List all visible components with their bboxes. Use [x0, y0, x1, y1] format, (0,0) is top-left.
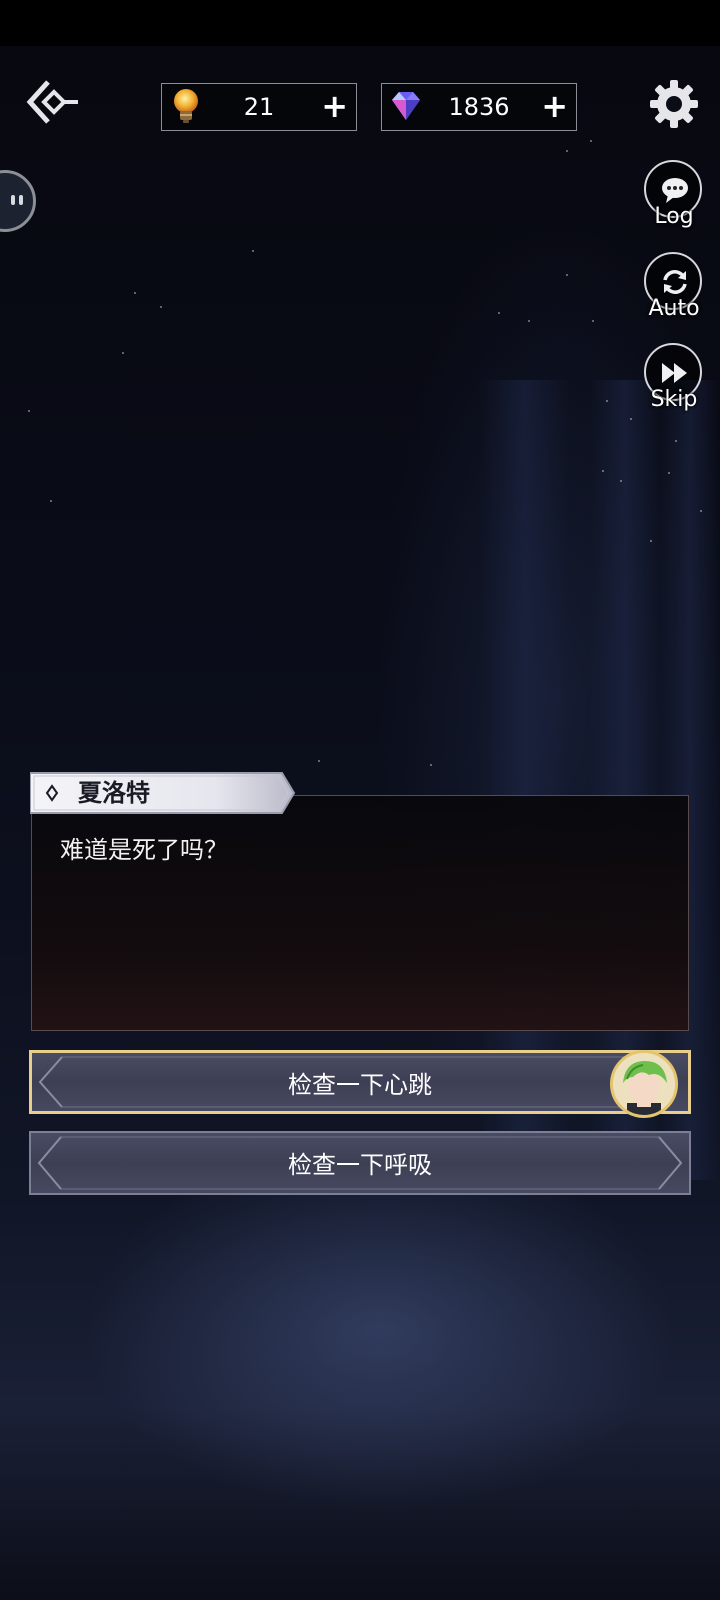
star [650, 540, 652, 542]
chat-bubble-icon [662, 178, 688, 203]
star [122, 352, 124, 354]
star [675, 440, 677, 442]
speaker-name-tag: 夏洛特 [30, 771, 296, 815]
auto-button[interactable]: Auto [644, 252, 704, 332]
add-gems-button[interactable]: + [541, 84, 568, 128]
companion-face-icon [11, 195, 23, 205]
gem-count: 1836 [448, 93, 510, 121]
speaker-name: 夏洛特 [78, 779, 150, 807]
log-label: Log [654, 204, 694, 229]
choice-check-heartbeat[interactable]: 检查一下心跳 [29, 1050, 691, 1114]
star [602, 470, 604, 472]
star [630, 418, 632, 420]
status-bar [0, 0, 720, 46]
add-bulbs-button[interactable]: + [321, 84, 348, 128]
gear-icon [650, 80, 698, 128]
star [28, 410, 30, 412]
star [592, 320, 594, 322]
dialogue-text: 难道是死了吗？ [60, 836, 228, 864]
lightbulb-icon [174, 89, 198, 123]
star [590, 140, 592, 142]
settings-button[interactable] [648, 78, 700, 130]
star [252, 250, 254, 252]
game-screen: 21 + 1836 + Log Auto Skip 难道是死了吗？ 夏洛特 检查… [0, 0, 720, 1600]
star [160, 306, 162, 308]
fast-forward-icon [662, 363, 687, 383]
choice-label: 检查一下心跳 [288, 1071, 432, 1099]
star [606, 400, 608, 402]
back-button[interactable] [24, 76, 84, 128]
star [318, 760, 320, 762]
companion-avatar[interactable] [0, 170, 36, 232]
skip-label: Skip [650, 387, 698, 412]
choice-label: 检查一下呼吸 [288, 1151, 432, 1179]
log-button[interactable]: Log [644, 160, 704, 240]
auto-cycle-icon [663, 270, 687, 294]
star [430, 764, 432, 766]
bulb-currency: 21 + [161, 83, 357, 131]
auto-label: Auto [648, 296, 700, 321]
gem-currency: 1836 + [381, 83, 577, 131]
star [700, 510, 702, 512]
star [498, 312, 500, 314]
star [566, 274, 568, 276]
star [528, 320, 530, 322]
star [620, 480, 622, 482]
star [668, 472, 670, 474]
dialogue-box[interactable]: 难道是死了吗？ [31, 795, 689, 1031]
star [566, 150, 568, 152]
star [50, 500, 52, 502]
star [134, 292, 136, 294]
character-portrait [610, 1050, 678, 1118]
diamond-icon [392, 92, 420, 120]
back-arrow-icon [26, 80, 78, 124]
name-tag-frame [30, 772, 296, 814]
choice-check-breathing[interactable]: 检查一下呼吸 [29, 1131, 691, 1195]
skip-button[interactable]: Skip [644, 343, 704, 423]
green-hair-character-icon [613, 1053, 675, 1115]
bulb-count: 21 [243, 93, 275, 121]
